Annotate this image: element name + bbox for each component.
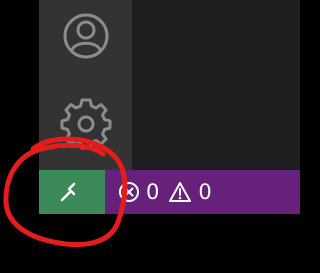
- remote-indicator-icon: [60, 182, 76, 202]
- vscode-window-crop: 0 0: [0, 0, 300, 273]
- error-count: 0: [146, 180, 160, 204]
- warning-icon: [169, 182, 192, 202]
- accounts-button[interactable]: [60, 10, 112, 62]
- account-icon: [63, 13, 109, 59]
- manage-button[interactable]: [60, 98, 112, 150]
- empty-area: [0, 214, 300, 273]
- remote-indicator-button[interactable]: [39, 170, 105, 214]
- editor-area: [132, 0, 300, 170]
- gear-icon: [60, 98, 112, 150]
- warning-count: 0: [198, 180, 212, 204]
- error-icon: [119, 182, 139, 202]
- problems-indicator[interactable]: 0 0: [118, 172, 221, 212]
